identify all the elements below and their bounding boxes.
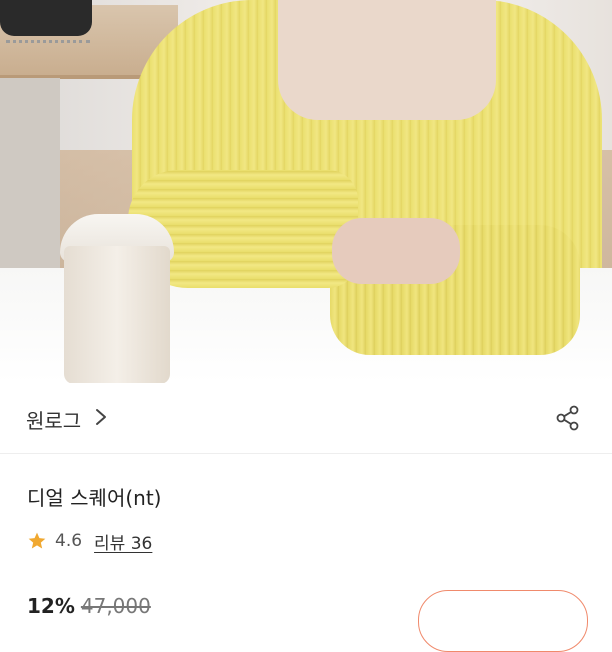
rating-score: 4.6 — [55, 531, 83, 551]
discount-rate: 12% — [27, 594, 75, 618]
action-button[interactable] — [418, 590, 588, 652]
brand-name[interactable]: 원로그 — [26, 405, 81, 434]
review-link[interactable]: 리뷰 36 — [94, 529, 152, 554]
rating-row: 4.6 리뷰 36 — [27, 529, 152, 554]
photo-neckline — [278, 0, 496, 120]
brand-row: 원로그 — [0, 383, 612, 454]
photo-hand — [332, 218, 460, 284]
chevron-right-icon[interactable] — [94, 407, 108, 427]
star-icon — [28, 532, 46, 549]
price-row: 12% 47,000 — [27, 594, 151, 618]
photo-shelf-leg — [0, 78, 60, 278]
product-title: 디얼 스퀘어(nt) — [27, 486, 162, 510]
photo-bag-chain — [6, 30, 90, 43]
photo-cup — [64, 246, 170, 383]
share-icon[interactable] — [555, 405, 581, 431]
original-price: 47,000 — [80, 594, 151, 618]
product-image[interactable] — [0, 0, 612, 383]
